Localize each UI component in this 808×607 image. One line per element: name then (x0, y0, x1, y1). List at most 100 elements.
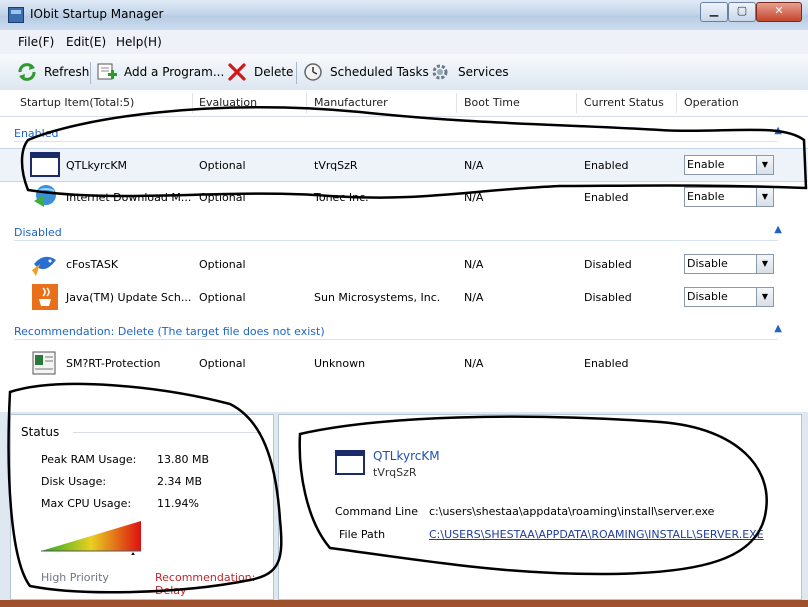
item-evaluation: Optional (199, 357, 246, 370)
maximize-button[interactable]: ▢ (728, 2, 756, 22)
command-line-value: c:\users\shestaa\appdata\roaming\install… (429, 505, 715, 518)
item-boot-time: N/A (464, 191, 484, 204)
operation-dropdown[interactable]: Enable ▼ (684, 187, 774, 207)
group-divider (14, 240, 778, 241)
gauge-marker (131, 552, 135, 555)
collapse-icon[interactable]: ▲ (774, 125, 782, 136)
item-name: Internet Download M... (66, 191, 192, 204)
menu-help[interactable]: Help(H) (116, 35, 162, 49)
item-boot-time: N/A (464, 291, 484, 304)
col-divider[interactable] (306, 93, 307, 113)
col-divider[interactable] (676, 93, 677, 113)
collapse-icon[interactable]: ▲ (774, 224, 782, 235)
services-button[interactable]: Services (430, 62, 509, 82)
table-row[interactable]: Internet Download M... Optional Tonec In… (0, 181, 808, 213)
item-name: cFosTASK (66, 258, 119, 271)
refresh-button[interactable]: Refresh (16, 62, 90, 82)
col-operation[interactable]: Operation (684, 96, 739, 109)
item-status: Disabled (584, 291, 632, 304)
menu-edit[interactable]: Edit(E) (66, 35, 106, 49)
minimize-button[interactable]: ▁ (700, 2, 728, 22)
detail-panel: QTLkyrcKM tVrqSzR Command Line c:\users\… (278, 414, 802, 600)
table-row[interactable]: QTLkyrcKM Optional tVrqSzR N/A Enabled E… (0, 148, 808, 182)
item-manufacturer: Unknown (314, 357, 366, 370)
detail-manufacturer: tVrqSzR (373, 466, 417, 479)
app-logo-icon (8, 7, 24, 23)
delete-x-icon (228, 63, 246, 81)
operation-dropdown[interactable]: Disable ▼ (684, 287, 774, 307)
recommendation-label: Recommendation: Delay (155, 571, 256, 597)
col-evaluation[interactable]: Evaluation (199, 96, 257, 109)
menu-file[interactable]: File(F) (18, 35, 54, 49)
scheduled-tasks-label: Scheduled Tasks (330, 65, 429, 79)
item-status: Enabled (584, 191, 629, 204)
toolbar: Refresh Add a Program... Delete Schedule… (0, 54, 808, 91)
disk-usage-label: Disk Usage: (41, 475, 107, 488)
table-row[interactable]: cFosTASK Optional N/A Disabled Disable ▼ (0, 248, 808, 280)
item-boot-time: N/A (464, 159, 484, 172)
document-app-icon (32, 351, 56, 375)
chevron-down-icon[interactable]: ▼ (756, 156, 773, 174)
cpu-usage-label: Max CPU Usage: (41, 497, 132, 510)
collapse-icon[interactable]: ▲ (774, 323, 782, 334)
item-status: Enabled (584, 357, 629, 370)
item-evaluation: Optional (199, 291, 246, 304)
col-startup-item[interactable]: Startup Item(Total:5) (20, 96, 134, 109)
file-path-link[interactable]: C:\USERS\SHESTAA\APPDATA\ROAMING\INSTALL… (429, 528, 764, 541)
chevron-down-icon[interactable]: ▼ (756, 255, 773, 273)
chevron-down-icon[interactable]: ▼ (756, 288, 773, 306)
command-line-label: Command Line (335, 505, 418, 518)
bottom-area: Status Peak RAM Usage: 13.80 MB Disk Usa… (0, 412, 808, 600)
file-path-label: File Path (339, 528, 386, 541)
operation-dropdown[interactable]: Enable ▼ (684, 155, 774, 175)
item-evaluation: Optional (199, 258, 246, 271)
col-divider[interactable] (576, 93, 577, 113)
cpu-usage-value: 11.94% (157, 497, 199, 510)
peak-ram-value: 13.80 MB (157, 453, 210, 466)
col-boot-time[interactable]: Boot Time (464, 96, 520, 109)
refresh-label: Refresh (44, 65, 90, 79)
delete-label: Delete (254, 65, 294, 79)
item-status: Enabled (584, 159, 629, 172)
delete-button[interactable]: Delete (226, 62, 294, 82)
operation-value: Enable (687, 158, 725, 171)
item-status: Disabled (584, 258, 632, 271)
operation-value: Disable (687, 290, 728, 303)
window-app-icon (335, 450, 365, 475)
status-divider (73, 432, 261, 433)
menu-bar: File(F) Edit(E) Help(H) (0, 30, 808, 54)
close-button[interactable]: ✕ (756, 2, 802, 22)
toolbar-separator (90, 62, 91, 84)
col-current-status[interactable]: Current Status (584, 96, 664, 109)
group-label: Enabled (14, 127, 59, 140)
group-divider (14, 141, 778, 142)
table-row[interactable]: Java(TM) Update Sch... Optional Sun Micr… (0, 281, 808, 313)
add-program-label: Add a Program... (124, 65, 225, 79)
refresh-icon (18, 63, 36, 81)
item-manufacturer: tVrqSzR (314, 159, 358, 172)
col-divider[interactable] (192, 93, 193, 113)
add-program-button[interactable]: Add a Program... (96, 62, 224, 82)
chevron-down-icon[interactable]: ▼ (756, 188, 773, 206)
startup-list: Enabled ▲ QTLkyrcKM Optional tVrqSzR N/A… (0, 117, 808, 412)
group-recommendation-delete[interactable]: Recommendation: Delete (The target file … (0, 319, 808, 343)
table-row[interactable]: SM?RT-Protection Optional Unknown N/A En… (0, 347, 808, 379)
high-priority-label: High Priority (41, 571, 109, 584)
cfos-fish-icon (32, 256, 56, 276)
clock-icon (304, 63, 322, 81)
window-title: IObit Startup Manager (30, 7, 164, 21)
group-label: Recommendation: Delete (The target file … (14, 325, 325, 338)
status-title: Status (21, 425, 60, 439)
operation-dropdown[interactable]: Disable ▼ (684, 254, 774, 274)
detail-item-name: QTLkyrcKM (373, 449, 440, 463)
column-header: Startup Item(Total:5) Evaluation Manufac… (0, 90, 808, 117)
toolbar-separator (296, 62, 297, 84)
priority-gauge (41, 521, 141, 555)
scheduled-tasks-button[interactable]: Scheduled Tasks (302, 62, 429, 82)
col-manufacturer[interactable]: Manufacturer (314, 96, 388, 109)
item-manufacturer: Sun Microsystems, Inc. (314, 291, 441, 304)
group-disabled[interactable]: Disabled ▲ (0, 220, 808, 244)
title-bar[interactable]: IObit Startup Manager ▁ ▢ ✕ (0, 0, 808, 30)
col-divider[interactable] (456, 93, 457, 113)
group-enabled[interactable]: Enabled ▲ (0, 121, 808, 145)
